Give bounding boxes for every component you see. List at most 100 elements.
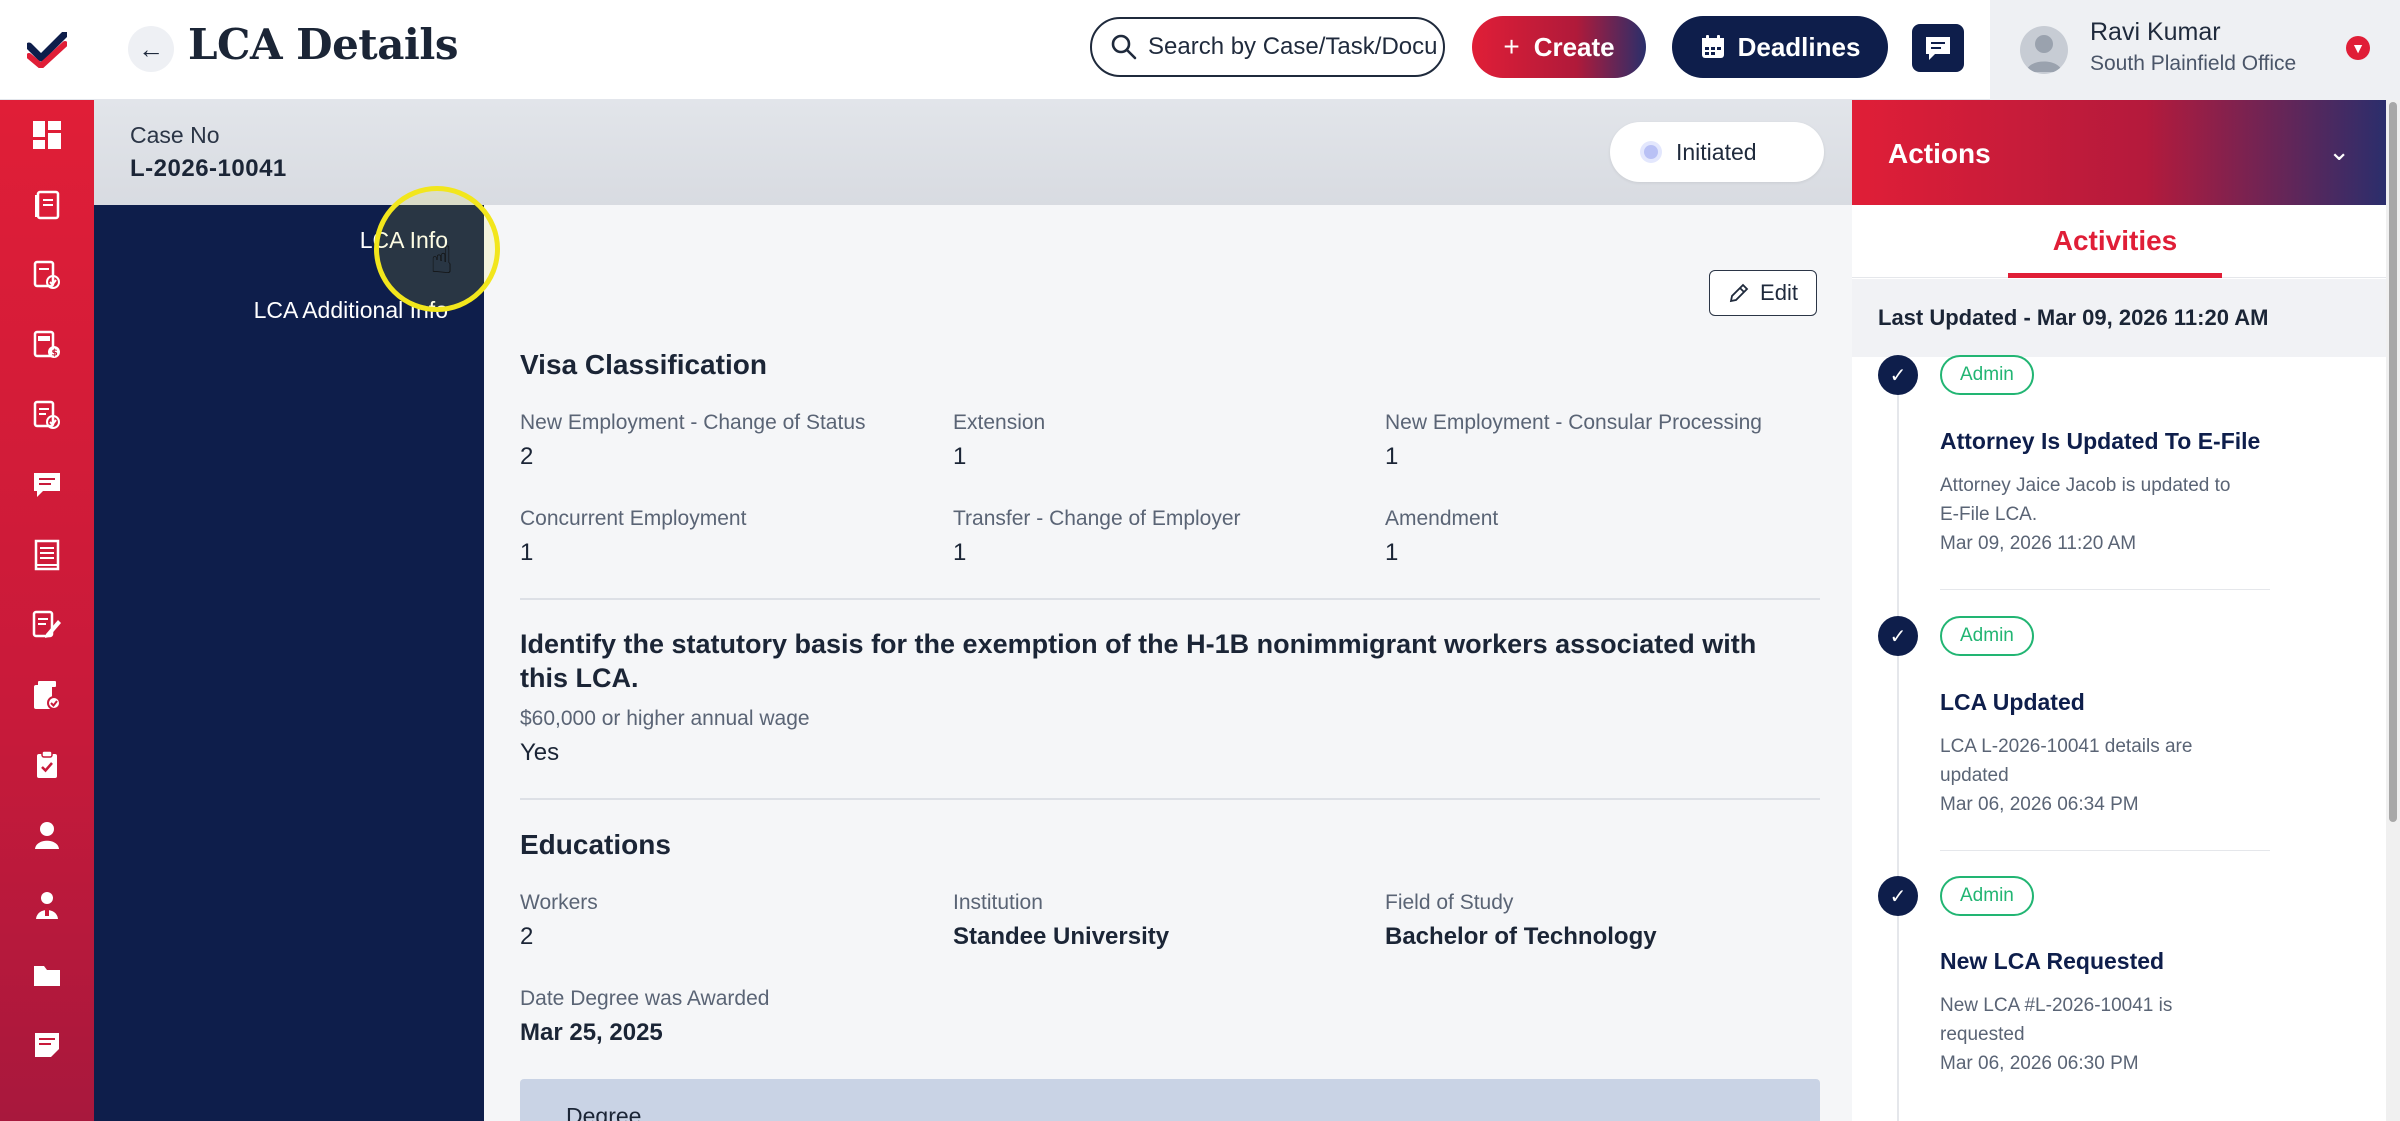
- create-button[interactable]: + Create: [1472, 16, 1646, 78]
- search-input[interactable]: [1148, 33, 1438, 61]
- dashboard-icon[interactable]: [27, 115, 67, 155]
- arrow-left-icon: ←: [138, 33, 164, 64]
- status-badge: Initiated: [1610, 122, 1824, 182]
- activity-description: LCA L-2026-10041 details are updated: [1940, 736, 2193, 786]
- top-bar: ← LCA Details + Create Deadlines: [0, 0, 2400, 100]
- actions-panel: Activities Last Updated - Mar 09, 2026 1…: [1852, 205, 2386, 1121]
- field-value: Standee University: [953, 923, 1170, 950]
- templates-icon[interactable]: [27, 675, 67, 715]
- field-label: Date Degree was Awarded: [520, 987, 770, 1010]
- search-box[interactable]: [1090, 17, 1445, 77]
- invoices-icon[interactable]: $: [27, 325, 67, 365]
- field-value: 1: [953, 443, 967, 470]
- check-circle-icon: ✓: [1878, 876, 1918, 916]
- scrollbar-thumb[interactable]: [2389, 102, 2397, 822]
- calendar-icon: [1701, 35, 1724, 58]
- actions-header[interactable]: Actions ⌄: [1852, 100, 2386, 205]
- activity-description: New LCA #L-2026-10041 is requested: [1940, 995, 2173, 1045]
- educations-title: Educations: [520, 829, 671, 860]
- field-label: Workers: [520, 891, 598, 914]
- field-value: 2: [520, 923, 534, 950]
- field-label: Concurrent Employment: [520, 507, 747, 530]
- field-value: 1: [520, 539, 534, 566]
- chevron-down-icon[interactable]: ⌄: [2328, 136, 2350, 167]
- degree-table-header: Degree: [520, 1079, 1820, 1121]
- field-value: Mar 25, 2025: [520, 1019, 663, 1046]
- contacts-icon[interactable]: [27, 885, 67, 925]
- lca-info-panel: Edit Visa Classification New Employment …: [484, 205, 1852, 1121]
- plus-icon: +: [1503, 31, 1520, 62]
- folder-icon[interactable]: [27, 955, 67, 995]
- role-badge: Admin: [1940, 355, 2034, 395]
- last-updated-text: Last Updated - Mar 09, 2026 11:20 AM: [1878, 305, 2269, 330]
- messages-icon[interactable]: [27, 465, 67, 505]
- last-updated-bar: Last Updated - Mar 09, 2026 11:20 AM: [1852, 279, 2386, 357]
- forms-icon[interactable]: [27, 605, 67, 645]
- chat-icon: [1926, 37, 1950, 60]
- divider: [520, 598, 1820, 600]
- activity-description: Attorney Jaice Jacob is updated to E-Fil…: [1940, 475, 2231, 525]
- user-menu[interactable]: Ravi Kumar South Plainfield Office ▼: [1990, 0, 2400, 100]
- activity-time: Mar 06, 2026 06:34 PM: [1940, 794, 2139, 815]
- status-dot-icon: [1644, 145, 1658, 159]
- status-label: Initiated: [1676, 138, 1757, 165]
- field-label: New Employment - Consular Processing: [1385, 411, 1762, 434]
- create-label: Create: [1533, 31, 1615, 62]
- case-no-label: Case No: [130, 122, 220, 148]
- back-button[interactable]: ←: [128, 26, 174, 72]
- tasks-icon[interactable]: [27, 255, 67, 295]
- active-tab-indicator: [2008, 273, 2222, 278]
- case-header: Case No L-2026-10041 Initiated: [94, 100, 1852, 205]
- documents-icon[interactable]: [27, 535, 67, 575]
- field-label: Institution: [953, 891, 1043, 914]
- activity-title: New LCA Requested: [1940, 948, 2165, 974]
- deadlines-label: Deadlines: [1737, 31, 1861, 62]
- cases-icon[interactable]: [27, 185, 67, 225]
- field-label: Field of Study: [1385, 891, 1514, 914]
- field-value: 2: [520, 443, 534, 470]
- timeline-line: [1897, 375, 1899, 1121]
- field-label: Amendment: [1385, 507, 1499, 530]
- field-value: 1: [953, 539, 967, 566]
- user-name: Ravi Kumar: [2090, 18, 2221, 46]
- field-value: Yes: [520, 739, 560, 766]
- activity-time: Mar 09, 2026 11:20 AM: [1940, 533, 2137, 554]
- pencil-icon: [1729, 283, 1749, 303]
- clients-icon[interactable]: [27, 815, 67, 855]
- lca-icon[interactable]: [27, 395, 67, 435]
- deadlines-button[interactable]: Deadlines: [1672, 16, 1888, 78]
- tab-activities[interactable]: Activities: [2008, 225, 2222, 257]
- chevron-down-icon[interactable]: ▼: [2346, 36, 2370, 60]
- hand-cursor-icon: ☝: [430, 240, 454, 282]
- statutory-basis-title-line1: Identify the statutory basis for the exe…: [520, 629, 1757, 659]
- field-value: 1: [1385, 443, 1399, 470]
- page-title: LCA Details: [188, 20, 458, 69]
- field-label: Transfer - Change of Employer: [953, 507, 1241, 530]
- activity-title: LCA Updated: [1940, 689, 2085, 715]
- visa-classification-title: Visa Classification: [520, 349, 767, 380]
- avatar: [2020, 26, 2068, 74]
- field-label: New Employment - Change of Status: [520, 411, 866, 434]
- field-value: 1: [1385, 539, 1399, 566]
- logo-icon: [27, 32, 67, 68]
- notes-icon[interactable]: [27, 1025, 67, 1065]
- edit-label: Edit: [1760, 280, 1798, 305]
- activity-time: Mar 06, 2026 06:30 PM: [1940, 1053, 2139, 1074]
- field-label: Extension: [953, 411, 1046, 434]
- role-badge: Admin: [1940, 876, 2034, 916]
- svg-text:$: $: [52, 349, 58, 359]
- activity-title: Attorney Is Updated To E-File: [1940, 428, 2261, 454]
- role-badge: Admin: [1940, 616, 2034, 656]
- edit-button[interactable]: Edit: [1709, 270, 1817, 316]
- statutory-basis-title-line2: this LCA.: [520, 663, 639, 693]
- checklist-icon[interactable]: [27, 745, 67, 785]
- chat-button[interactable]: [1912, 24, 1964, 72]
- app-logo[interactable]: [0, 0, 94, 100]
- activity-separator: [1940, 589, 2270, 590]
- field-value: Bachelor of Technology: [1385, 923, 1657, 950]
- check-circle-icon: ✓: [1878, 616, 1918, 656]
- icon-rail: $: [0, 100, 94, 1121]
- case-number: L-2026-10041: [130, 155, 287, 182]
- lca-subnav: LCA Info LCA Additional Info: [94, 205, 484, 1121]
- activity-separator: [1940, 850, 2270, 851]
